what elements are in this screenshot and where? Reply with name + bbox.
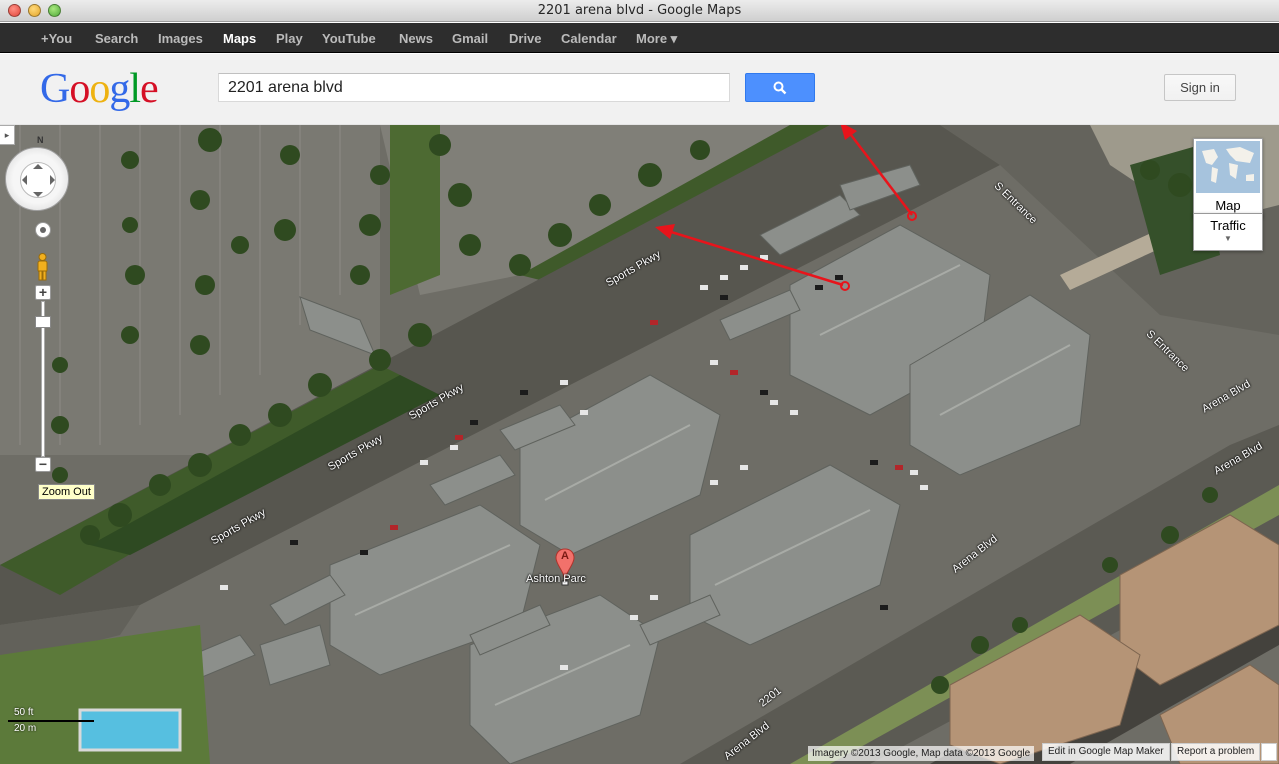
pan-down-icon[interactable] — [33, 192, 43, 202]
satellite-imagery — [0, 125, 1279, 764]
zoom-in-button[interactable]: + — [35, 285, 51, 300]
google-logo[interactable]: Google — [40, 67, 159, 111]
map-canvas[interactable]: Sports Pkwy Sports Pkwy Sports Pkwy Spor… — [0, 125, 1279, 764]
search-input[interactable] — [218, 73, 730, 102]
pan-left-icon[interactable] — [17, 175, 27, 185]
gbar-item-search[interactable]: Search — [95, 31, 138, 46]
search-button[interactable] — [745, 73, 815, 102]
zoom-slider-thumb[interactable] — [35, 316, 51, 328]
gbar-item-youtube[interactable]: YouTube — [322, 31, 376, 46]
map-thumbnail — [1196, 141, 1260, 193]
gbar-item-more[interactable]: More ▾ — [636, 31, 677, 47]
scale-feet: 50 ft — [14, 707, 34, 718]
window-titlebar: 2201 arena blvd - Google Maps — [0, 0, 1279, 22]
marker-place-label[interactable]: Ashton Parc — [526, 573, 586, 585]
map-attribution: Imagery ©2013 Google, Map data ©2013 Goo… — [808, 746, 1035, 761]
traffic-layer-button[interactable]: Traffic ▼ — [1193, 213, 1263, 251]
gbar-item-gmail[interactable]: Gmail — [452, 31, 488, 46]
gbar-item-drive[interactable]: Drive — [509, 31, 542, 46]
compass-north-label: N — [37, 135, 44, 145]
zoom-out-tooltip: Zoom Out — [38, 484, 95, 500]
map-type-label: Map — [1215, 198, 1241, 213]
gbar-item-maps[interactable]: Maps — [223, 31, 256, 46]
traffic-label: Traffic — [1210, 218, 1246, 233]
zoom-out-button[interactable]: − — [35, 457, 51, 472]
search-header: Google Sign in — [0, 54, 1279, 125]
gbar-item-images[interactable]: Images — [158, 31, 203, 46]
map-scale: 50 ft 20 m — [6, 705, 96, 735]
pan-up-icon[interactable] — [33, 159, 43, 169]
rotate-icon[interactable] — [35, 222, 51, 238]
pegman-icon[interactable] — [35, 253, 50, 281]
gbar-item-play[interactable]: Play — [276, 31, 303, 46]
resize-grip-icon[interactable] — [1261, 743, 1277, 761]
edit-in-map-maker-link[interactable]: Edit in Google Map Maker — [1042, 743, 1170, 761]
window-title: 2201 arena blvd - Google Maps — [537, 3, 742, 18]
marker-letter: A — [561, 550, 569, 562]
map-type-button[interactable]: Map — [1193, 138, 1263, 218]
scale-bar — [8, 720, 94, 722]
chevron-down-icon: ▼ — [1224, 234, 1232, 243]
pan-control[interactable] — [5, 147, 69, 211]
report-problem-link[interactable]: Report a problem — [1171, 743, 1261, 761]
google-nav-bar: +You Search Images Maps Play YouTube New… — [0, 23, 1279, 53]
pan-right-icon[interactable] — [50, 175, 60, 185]
collapse-panel-button[interactable]: ▸ — [0, 125, 15, 145]
sign-in-button[interactable]: Sign in — [1164, 74, 1236, 101]
scale-meters: 20 m — [14, 723, 37, 734]
gbar-item-news[interactable]: News — [399, 31, 433, 46]
world-map-icon — [1196, 141, 1260, 193]
gbar-item-you[interactable]: +You — [41, 31, 72, 46]
gbar-item-calendar[interactable]: Calendar — [561, 31, 617, 46]
search-icon — [773, 81, 787, 95]
